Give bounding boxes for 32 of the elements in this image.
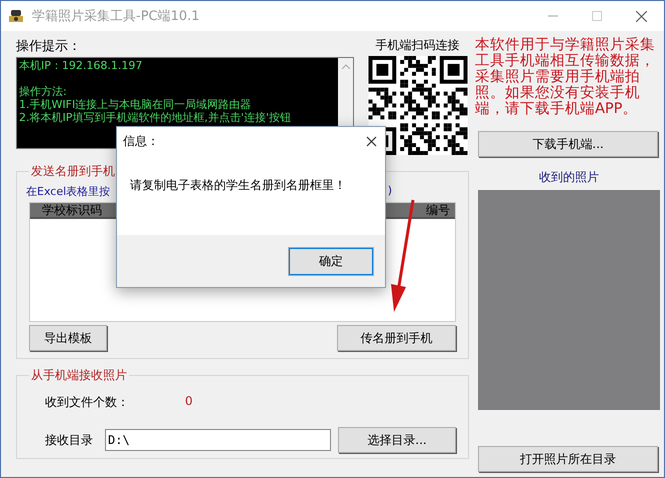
scroll-up-icon[interactable] <box>342 64 350 69</box>
directory-field[interactable]: D:\ <box>105 429 331 451</box>
window-title: 学籍照片采集工具-PC端10.1 <box>32 8 201 25</box>
ok-button[interactable]: 确定 <box>288 246 374 276</box>
open-folder-button[interactable]: 打开照片所在目录 <box>478 446 658 472</box>
dialog-message: 请复制电子表格的学生名册到名册框里！ <box>130 178 346 192</box>
close-icon[interactable] <box>636 10 647 22</box>
column-header: 编号 <box>426 203 450 217</box>
count-label: 收到文件个数： <box>45 394 129 411</box>
dir-label: 接收目录 <box>45 432 93 448</box>
close-icon[interactable] <box>366 136 377 146</box>
count-value: 0 <box>185 394 193 410</box>
qr-label: 手机端扫码连接 <box>376 37 460 54</box>
tips-label: 操作提示： <box>16 38 82 55</box>
notice-text: 本软件用于与学籍照片采集工具手机端相互传输数据，采集照片需要用手机端拍照。如果您没有安装手机端，请下载手机端APP。 <box>475 37 656 117</box>
photos-label: 收到的照片 <box>538 169 600 186</box>
download-button[interactable]: 下载手机端... <box>478 131 658 157</box>
log-line: 1.手机WIFI连接上与本电脑在同一局域网路由器 <box>19 98 252 111</box>
export-template-button[interactable]: 导出模板 <box>29 325 107 351</box>
browse-button[interactable]: 选择目录... <box>338 427 456 453</box>
group-title: 发送名册到手机 <box>30 163 116 180</box>
send-roster-button[interactable]: 传名册到手机 <box>337 325 456 351</box>
column-header: 学校标识码 <box>42 203 102 217</box>
hint-text: ) <box>388 184 392 199</box>
log-line: 本机IP：192.168.1.197 <box>19 59 144 72</box>
log-line: 2.将本机IP填写到手机端软件的地址框,并点击'连接'按钮 <box>19 111 292 124</box>
log-line: 操作方法: <box>19 85 68 98</box>
hint-text: 在Excel表格里按 <box>26 184 110 199</box>
dialog-title: 信息： <box>123 132 159 150</box>
group-title: 从手机端接收照片 <box>30 367 128 384</box>
app-icon <box>8 9 24 23</box>
maximize-icon[interactable] <box>592 10 602 20</box>
